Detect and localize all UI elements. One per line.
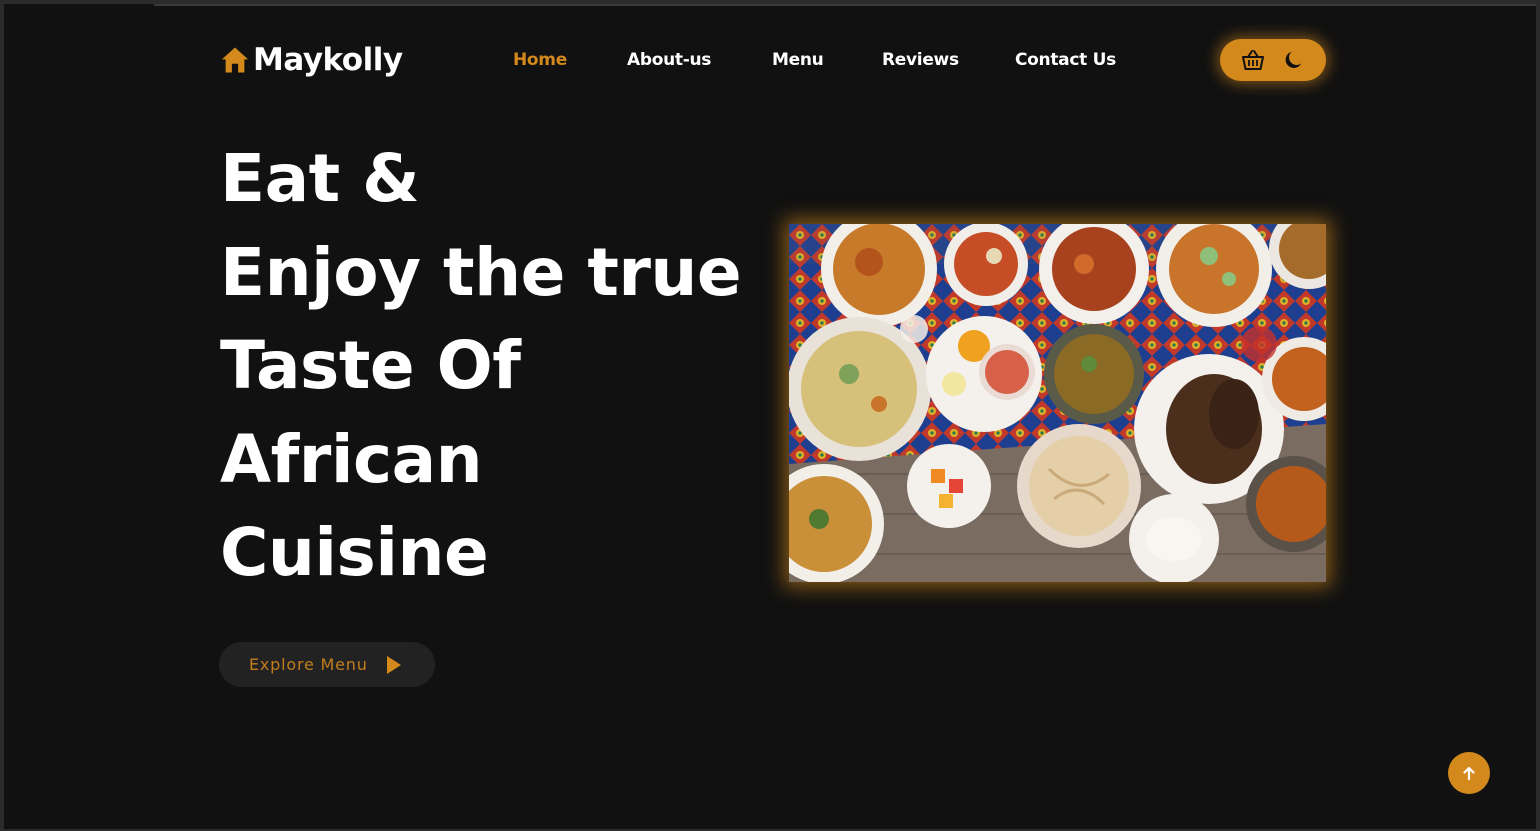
hero-title: Eat & Enjoy the true Taste Of African Cu… [220, 132, 742, 600]
nav-contact-us[interactable]: Contact Us [1015, 50, 1116, 70]
back-to-top-button[interactable] [1448, 752, 1490, 794]
top-border [154, 4, 1536, 6]
hero-title-line: African [220, 420, 483, 498]
food-spread-image [789, 224, 1326, 582]
arrow-up-icon [1463, 766, 1475, 781]
moon-icon [1285, 51, 1302, 68]
theme-toggle-button[interactable] [1283, 49, 1305, 71]
nav-reviews[interactable]: Reviews [882, 50, 959, 70]
explore-menu-button[interactable]: Explore Menu [219, 642, 435, 687]
hero-title-line: Enjoy the true [220, 233, 742, 311]
hero-title-line: Eat & [220, 140, 420, 217]
page: Maykolly Home About-us Menu Reviews Cont… [4, 4, 1536, 829]
nav-home[interactable]: Home [513, 50, 567, 70]
hero-title-line: Taste Of [220, 327, 521, 404]
header-tools [1220, 39, 1326, 81]
nav-about-us[interactable]: About-us [627, 50, 711, 70]
basket-icon [1242, 50, 1264, 70]
explore-menu-label: Explore Menu [249, 655, 368, 674]
cart-button[interactable] [1241, 49, 1265, 71]
play-icon [386, 655, 402, 675]
nav-menu[interactable]: Menu [772, 50, 824, 70]
hero-title-line: Cuisine [220, 514, 489, 591]
